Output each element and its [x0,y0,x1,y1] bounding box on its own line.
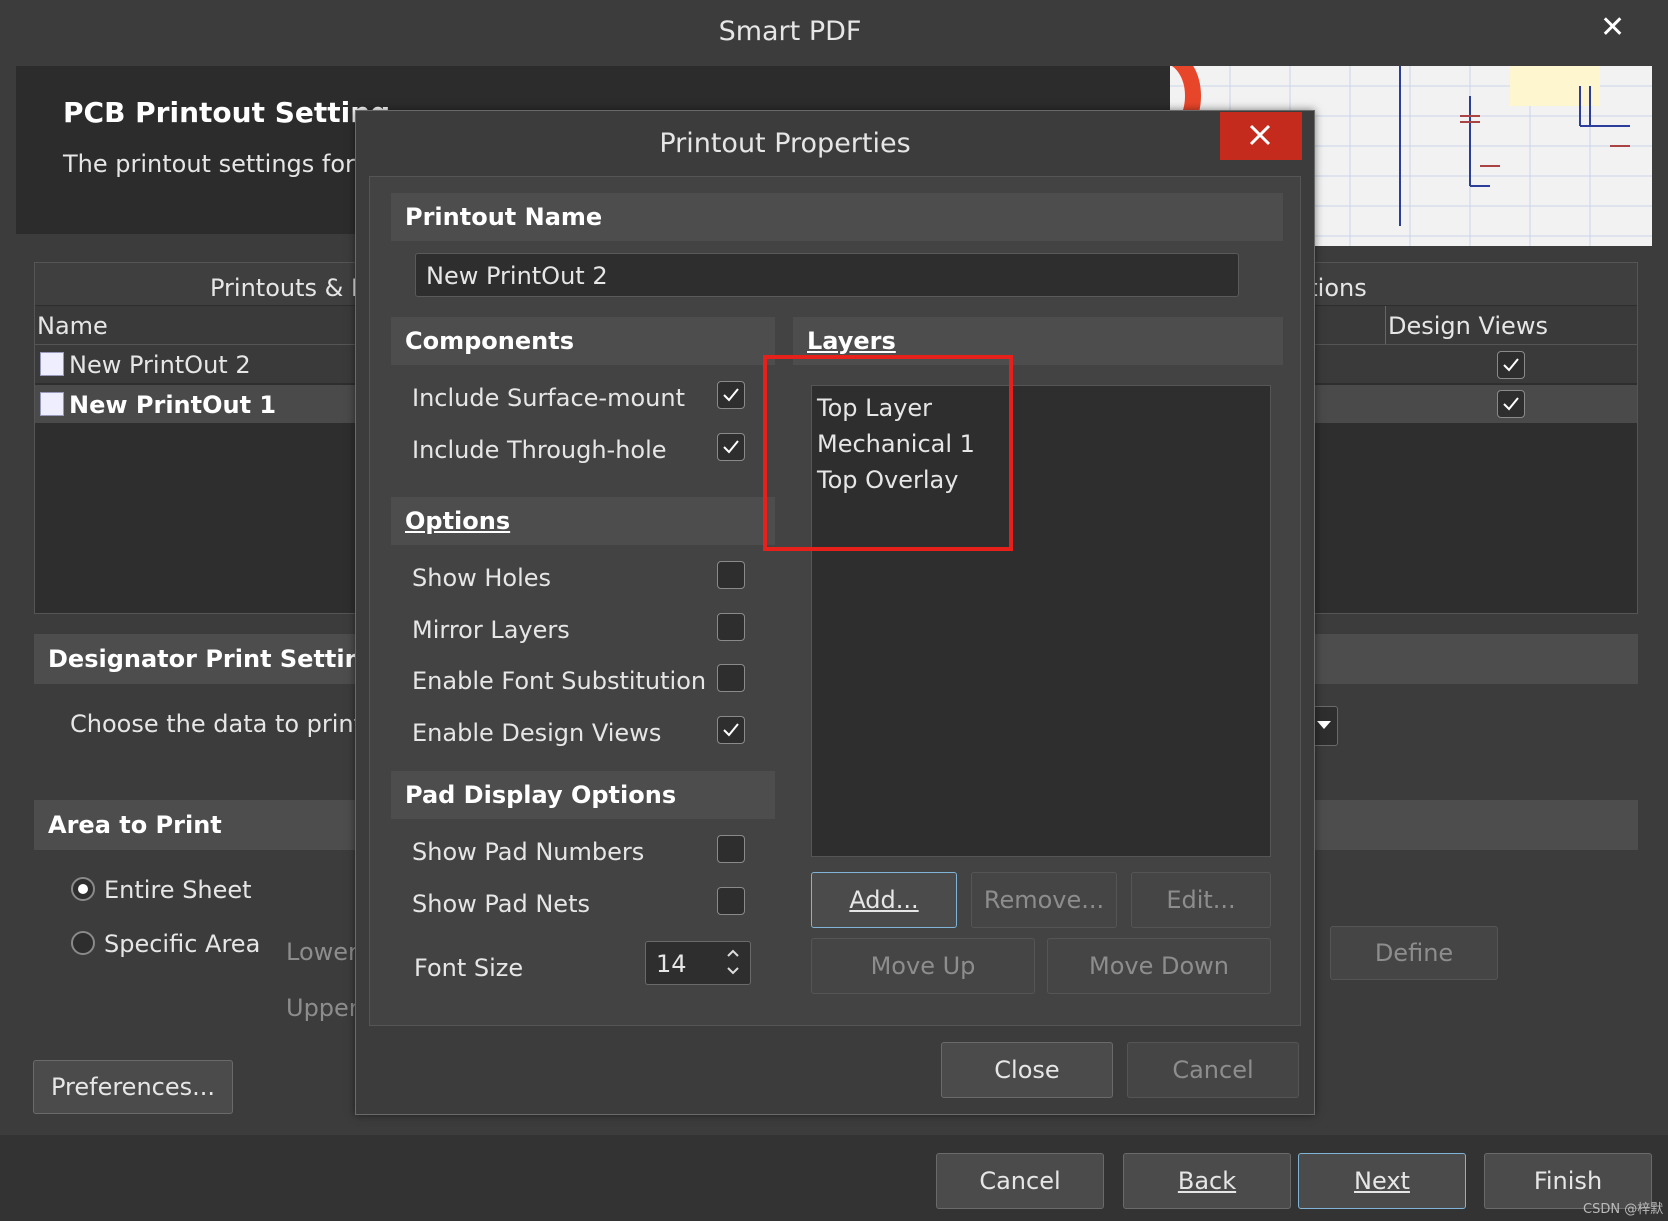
preferences-button[interactable]: Preferences... [33,1060,233,1114]
specific-area-radio[interactable] [71,931,95,955]
next-button[interactable]: Next [1298,1153,1466,1209]
window-title: Smart PDF [718,16,862,47]
dialog-cancel-button[interactable]: Cancel [1127,1042,1299,1098]
radio-dot [78,884,88,894]
show-pad-nets-label: Show Pad Nets [412,890,590,918]
entire-sheet-label: Entire Sheet [104,876,252,904]
enable-font-substitution-label: Enable Font Substitution [412,667,707,695]
font-size-label: Font Size [414,954,524,982]
specific-area-label: Specific Area [104,930,261,958]
designator-title: Designator Print Settings [48,645,394,673]
name-col-header: Name [37,312,108,340]
col-divider [1385,306,1386,344]
options-title: Options [405,507,511,535]
wizard-cancel-button[interactable]: Cancel [936,1153,1104,1209]
window-titlebar: Smart PDF ✕ [0,0,1668,62]
mirror-layers-checkbox[interactable] [717,613,745,641]
highlight-box [763,355,1013,551]
show-holes-label: Show Holes [412,564,552,592]
show-pad-numbers-label: Show Pad Numbers [412,838,645,866]
printout-row-label: New PrintOut 1 [69,391,277,419]
printout-name-label: Printout Name [405,203,603,231]
wizard-heading: PCB Printout Setting [63,96,391,129]
move-up-button[interactable]: Move Up [811,938,1035,994]
printout-doc-icon [40,392,64,416]
enable-design-views-checkbox[interactable] [717,716,745,744]
dialog-close-button[interactable] [1220,112,1302,160]
include-through-hole-checkbox[interactable] [717,433,745,461]
add-layer-button[interactable]: Add... [811,872,957,928]
include-through-hole-label: Include Through-hole [412,436,667,464]
show-holes-checkbox[interactable] [717,561,745,589]
dialog-close-action-button[interactable]: Close [941,1042,1113,1098]
mirror-layers-label: Mirror Layers [412,616,570,644]
window-close-icon[interactable]: ✕ [1600,10,1625,45]
pad-display-title: Pad Display Options [405,781,677,809]
dialog-title: Printout Properties [659,128,911,159]
edit-layer-button[interactable]: Edit... [1131,872,1271,928]
printout-name-input[interactable]: New PrintOut 2 [415,253,1239,297]
close-icon [1249,124,1271,146]
layers-title: Layers [807,327,896,355]
design-views-checkbox[interactable] [1497,351,1525,379]
spin-down-icon[interactable] [726,966,740,976]
lower-label: Lower [286,938,358,966]
enable-font-substitution-checkbox[interactable] [717,664,745,692]
area-title: Area to Print [48,811,222,839]
font-size-stepper[interactable]: 14 [645,941,751,985]
upper-label: Upper [286,994,359,1022]
design-views-checkbox[interactable] [1497,390,1525,418]
remove-layer-button[interactable]: Remove... [971,872,1117,928]
define-button[interactable]: Define [1330,926,1498,980]
components-title: Components [405,327,574,355]
printout-row-label: New PrintOut 2 [69,351,251,379]
include-surface-mount-checkbox[interactable] [717,381,745,409]
move-down-button[interactable]: Move Down [1047,938,1271,994]
enable-design-views-label: Enable Design Views [412,719,662,747]
watermark: CSDN @梓默 [1583,1202,1664,1217]
spin-up-icon[interactable] [726,948,740,958]
printout-doc-icon [40,352,64,376]
printout-name-value: New PrintOut 2 [426,262,608,290]
entire-sheet-radio[interactable] [71,877,95,901]
design-views-col-header: Design Views [1388,312,1548,340]
designator-text: Choose the data to print i [70,710,378,738]
printouts-header-label: Printouts & L [210,274,365,302]
include-surface-mount-label: Include Surface-mount [412,384,685,412]
show-pad-nets-checkbox[interactable] [717,887,745,915]
back-button[interactable]: Back [1123,1153,1291,1209]
font-size-value: 14 [656,950,687,978]
wizard-subheading: The printout settings for PC [63,150,394,178]
chevron-down-icon [1317,721,1331,729]
show-pad-numbers-checkbox[interactable] [717,835,745,863]
